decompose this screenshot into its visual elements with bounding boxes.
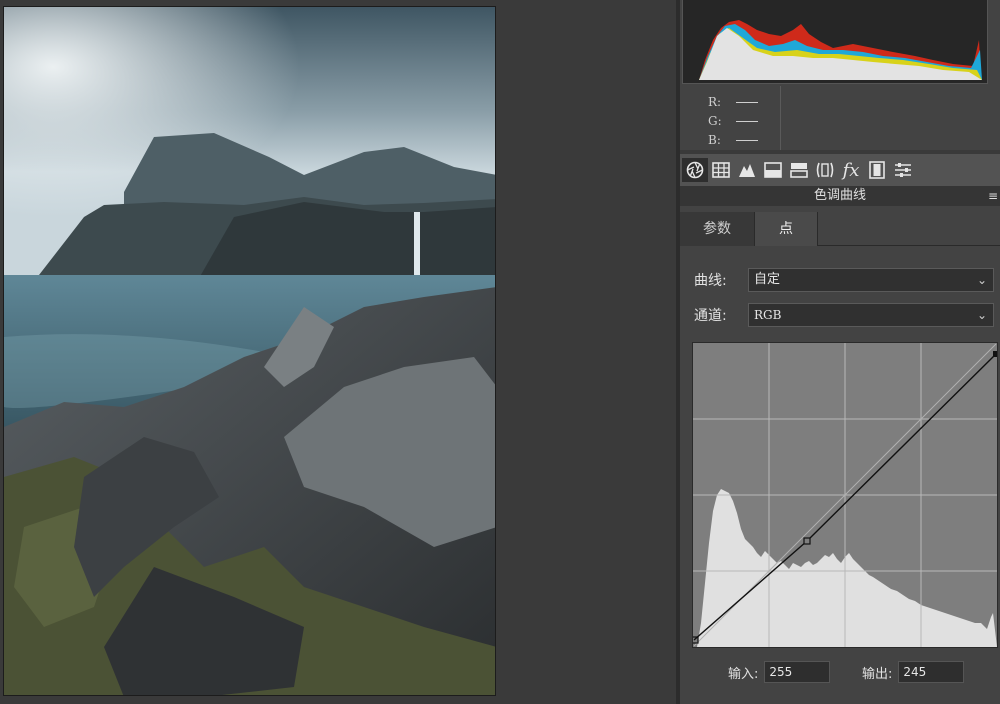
curve-tabs: 参数 点 [680, 212, 1000, 246]
tab-point[interactable]: 点 [754, 212, 818, 246]
panel-toolbar: fx [680, 154, 1000, 186]
input-field[interactable]: 255 [764, 661, 831, 683]
chevron-down-icon: ⌄ [976, 308, 987, 322]
output-field[interactable]: 245 [898, 661, 965, 683]
input-label: 输入: [728, 666, 759, 682]
fx-icon[interactable]: fx [838, 158, 864, 182]
chevron-down-icon: ⌄ [976, 273, 987, 287]
curve-preset-select[interactable]: 自定 ⌄ [748, 268, 994, 292]
curve-label: 曲线: [694, 273, 727, 289]
canvas-area[interactable] [0, 0, 676, 704]
readout-separator [780, 86, 781, 152]
hsl-icon[interactable] [760, 158, 786, 182]
photo-preview[interactable] [3, 6, 496, 696]
panel-title: 色调曲线 [680, 186, 1000, 206]
channel-select[interactable]: RGB ⌄ [748, 303, 994, 327]
aperture-icon[interactable] [682, 158, 708, 182]
channel-value: RGB [754, 308, 782, 322]
curve-preset-row: 曲线: 自定 ⌄ [694, 267, 994, 293]
curve-preset-value: 自定 [754, 272, 781, 287]
tab-parametric[interactable]: 参数 [680, 212, 754, 246]
panel-menu-icon[interactable]: ≡ [988, 186, 998, 206]
lens-icon[interactable] [812, 158, 838, 182]
b-value-dash [736, 140, 758, 141]
channel-row: 通道: RGB ⌄ [694, 302, 994, 328]
filmstrip-icon[interactable] [864, 158, 890, 182]
rgb-readout: R: G: B: [708, 93, 758, 150]
r-label: R: [708, 95, 722, 109]
develop-panel: R: G: B: fx 色调曲线 ≡ 参数 点 曲线: 自定 ⌄ 通道: RGB… [680, 0, 1000, 704]
split-tone-icon[interactable] [786, 158, 812, 182]
channel-label: 通道: [694, 308, 727, 324]
sliders-icon[interactable] [890, 158, 916, 182]
output-row: 输出: 245 [862, 660, 965, 684]
histogram [682, 0, 988, 84]
output-label: 输出: [862, 666, 893, 682]
g-value-dash [736, 121, 758, 122]
input-row: 输入: 255 [728, 660, 831, 684]
mountain-icon[interactable] [734, 158, 760, 182]
tone-curve-graph[interactable] [692, 342, 998, 648]
r-value-dash [736, 102, 758, 103]
grid-icon[interactable] [708, 158, 734, 182]
g-label: G: [708, 114, 722, 128]
b-label: B: [708, 133, 721, 147]
